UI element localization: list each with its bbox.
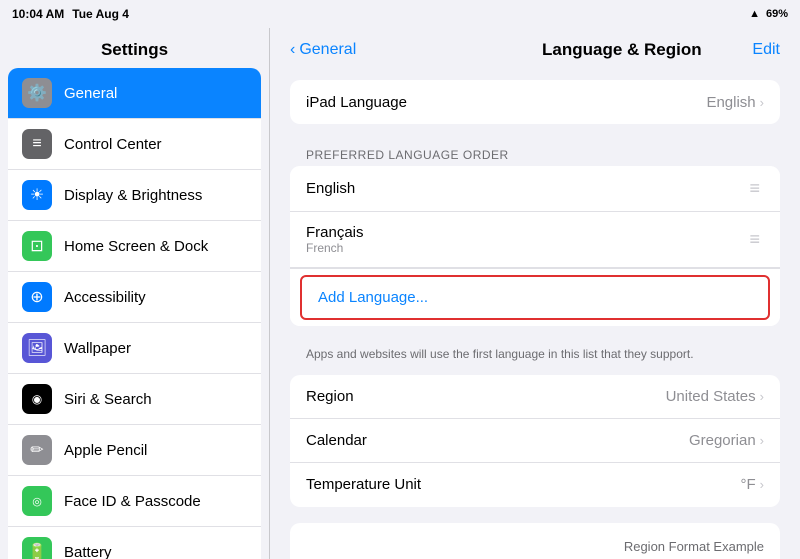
chevron-left-icon: ‹ [290, 41, 295, 59]
siri-icon: ◉ [22, 384, 52, 414]
sidebar-item-siri[interactable]: ◉ Siri & Search [8, 374, 261, 425]
ipad-language-value: English › [706, 94, 764, 111]
temperature-value: °F › [740, 476, 764, 493]
preferred-language-section: PREFERRED LANGUAGE ORDER English ≡ Franç… [290, 140, 780, 375]
nav-title: Language & Region [491, 40, 752, 60]
sidebar-label-battery: Battery [64, 544, 112, 559]
faceid-icon: ◎ [22, 486, 52, 516]
sidebar-label-display: Display & Brightness [64, 187, 202, 204]
date-display: Tue Aug 4 [72, 7, 129, 21]
calendar-label: Calendar [306, 432, 689, 449]
sidebar-label-wallpaper: Wallpaper [64, 340, 131, 357]
battery-icon: 🔋 [22, 537, 52, 559]
temperature-row[interactable]: Temperature Unit °F › [290, 463, 780, 507]
sidebar-item-display[interactable]: ☀ Display & Brightness [8, 170, 261, 221]
language-row-english[interactable]: English ≡ [290, 166, 780, 212]
nav-bar: ‹ General Language & Region Edit [270, 28, 800, 72]
chevron-right-icon: › [760, 433, 764, 448]
reorder-handle-french[interactable]: ≡ [745, 229, 764, 250]
accessibility-icon: ⊕ [22, 282, 52, 312]
language-footer-note: Apps and websites will use the first lan… [290, 342, 780, 375]
pencil-icon: ✏ [22, 435, 52, 465]
language-name-french: Français [306, 224, 364, 241]
sidebar: Settings ⚙️ General ≡ Control Center ☀ D… [0, 28, 270, 559]
back-label: General [299, 41, 356, 59]
status-bar-right: ▲ 69% [749, 8, 788, 20]
ipad-language-row[interactable]: iPad Language English › [290, 80, 780, 124]
sidebar-label-accessibility: Accessibility [64, 289, 146, 306]
add-language-container: Add Language... [290, 268, 780, 326]
add-language-label: Add Language... [318, 289, 428, 306]
battery-display: 69% [766, 8, 788, 20]
region-format-section: Region Format Example 12:34 AM Saturday,… [290, 523, 780, 559]
format-example-title: Region Format Example [306, 539, 764, 554]
time-display: 10:04 AM [12, 7, 64, 21]
sidebar-label-home-screen: Home Screen & Dock [64, 238, 208, 255]
reorder-handle-english[interactable]: ≡ [745, 178, 764, 199]
home-icon: ⊡ [22, 231, 52, 261]
region-value: United States › [666, 388, 764, 405]
chevron-right-icon: › [760, 389, 764, 404]
region-row[interactable]: Region United States › [290, 375, 780, 419]
edit-button[interactable]: Edit [752, 41, 780, 59]
add-language-button[interactable]: Add Language... [300, 275, 770, 320]
sidebar-group-main: ⚙️ General ≡ Control Center ☀ Display & … [8, 68, 261, 559]
sidebar-item-battery[interactable]: 🔋 Battery [8, 527, 261, 559]
region-label: Region [306, 388, 666, 405]
calendar-row[interactable]: Calendar Gregorian › [290, 419, 780, 463]
sidebar-item-faceid[interactable]: ◎ Face ID & Passcode [8, 476, 261, 527]
back-button[interactable]: ‹ General [290, 41, 356, 59]
sidebar-item-accessibility[interactable]: ⊕ Accessibility [8, 272, 261, 323]
wifi-icon: ▲ [749, 8, 760, 20]
chevron-right-icon: › [760, 95, 764, 110]
main-layout: Settings ⚙️ General ≡ Control Center ☀ D… [0, 28, 800, 559]
sidebar-item-wallpaper[interactable]: 🖼 Wallpaper [8, 323, 261, 374]
sidebar-item-control-center[interactable]: ≡ Control Center [8, 119, 261, 170]
format-example: Region Format Example 12:34 AM Saturday,… [290, 523, 780, 559]
sidebar-label-control-center: Control Center [64, 136, 162, 153]
sidebar-label-pencil: Apple Pencil [64, 442, 147, 459]
preferred-language-header: PREFERRED LANGUAGE ORDER [290, 140, 780, 166]
gear-icon: ⚙️ [22, 78, 52, 108]
sidebar-label-siri: Siri & Search [64, 391, 152, 408]
language-info-french: Français French [306, 224, 364, 255]
brightness-icon: ☀ [22, 180, 52, 210]
content-area: iPad Language English › PREFERRED LANGUA… [270, 72, 800, 559]
ipad-language-group: iPad Language English › [290, 80, 780, 124]
sidebar-item-pencil[interactable]: ✏ Apple Pencil [8, 425, 261, 476]
detail-pane: ‹ General Language & Region Edit iPad La… [270, 28, 800, 559]
language-subname-french: French [306, 241, 364, 255]
status-bar-left: 10:04 AM Tue Aug 4 [12, 7, 129, 21]
ipad-language-label: iPad Language [306, 94, 706, 111]
status-bar: 10:04 AM Tue Aug 4 ▲ 69% [0, 0, 800, 28]
chevron-right-icon: › [760, 477, 764, 492]
sidebar-label-faceid: Face ID & Passcode [64, 493, 201, 510]
wallpaper-icon: 🖼 [22, 333, 52, 363]
language-list-group: English ≡ Français French ≡ A [290, 166, 780, 326]
sidebar-item-home-screen[interactable]: ⊡ Home Screen & Dock [8, 221, 261, 272]
region-settings-group: Region United States › Calendar Gregoria… [290, 375, 780, 507]
sidebar-label-general: General [64, 85, 117, 102]
temperature-label: Temperature Unit [306, 476, 740, 493]
sidebar-title: Settings [0, 28, 269, 68]
sidebar-item-general[interactable]: ⚙️ General [8, 68, 261, 119]
language-row-french[interactable]: Français French ≡ [290, 212, 780, 268]
sliders-icon: ≡ [22, 129, 52, 159]
calendar-value: Gregorian › [689, 432, 764, 449]
language-name-english: English [306, 180, 745, 197]
